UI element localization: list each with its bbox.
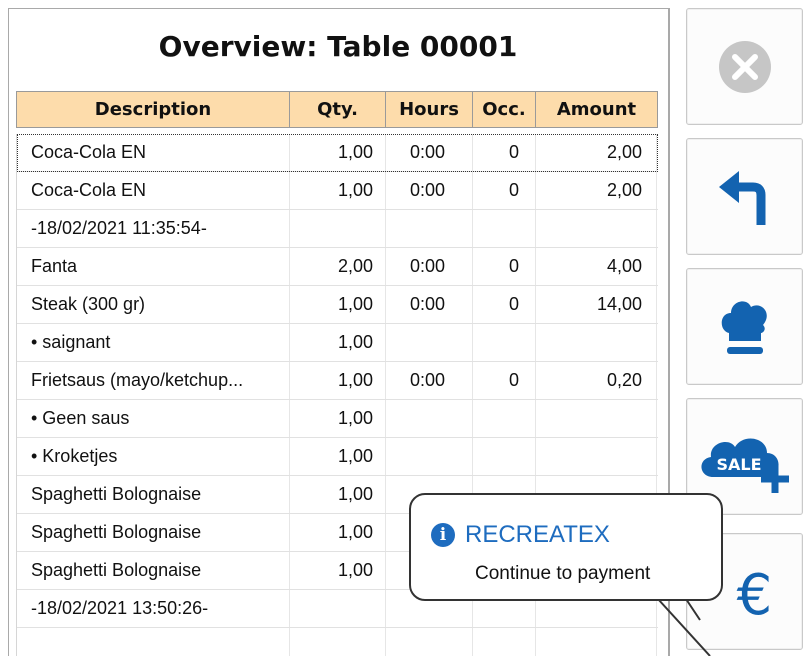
kitchen-button[interactable] [686,268,803,385]
cell-qty: 1,00 [290,172,386,209]
cell-occ: 0 [473,134,536,171]
cell-qty [290,210,386,247]
cell-occ [473,210,536,247]
cell-description [17,628,290,656]
cell-amount [536,438,657,475]
cell-amount: 2,00 [536,172,657,209]
cell-qty [290,590,386,627]
grid-header: Description Qty. Hours Occ. Amount [16,91,658,128]
cell-qty: 1,00 [290,400,386,437]
table-row[interactable]: -18/02/2021 11:35:54- [17,210,658,248]
column-header-amount[interactable]: Amount [536,92,657,127]
cell-qty: 1,00 [290,362,386,399]
cell-amount: 4,00 [536,248,657,285]
cell-amount: 0,20 [536,362,657,399]
cell-description: Coca-Cola EN [17,134,290,171]
cell-description: Spaghetti Bolognaise [17,476,290,513]
cell-occ [473,324,536,361]
cell-occ: 0 [473,286,536,323]
return-arrow-icon [718,170,765,225]
cell-occ: 0 [473,172,536,209]
cell-amount: 14,00 [536,286,657,323]
cell-amount [536,324,657,361]
cell-hours: 0:00 [386,134,473,171]
cell-description: Spaghetti Bolognaise [17,552,290,589]
cell-qty: 1,00 [290,552,386,589]
payment-tooltip: i RECREATEX Continue to payment [409,493,723,601]
sale-label: SALE [716,455,761,474]
cell-description: Coca-Cola EN [17,172,290,209]
cell-description: • Geen saus [17,400,290,437]
tooltip-title: i RECREATEX [431,521,610,549]
cell-qty: 2,00 [290,248,386,285]
column-header-description[interactable]: Description [17,92,290,127]
close-circle-icon [718,40,771,93]
chef-hat-icon [721,300,767,354]
table-row[interactable] [17,628,658,656]
table-row[interactable]: Coca-Cola EN 1,00 0:00 0 2,00 [17,134,658,172]
cell-qty: 1,00 [290,514,386,551]
cell-occ: 0 [473,248,536,285]
tooltip-title-text: RECREATEX [465,521,610,548]
cell-hours [386,324,473,361]
cell-description: • Kroketjes [17,438,290,475]
table-row[interactable]: Frietsaus (mayo/ketchup... 1,00 0:00 0 0,20 [17,362,658,400]
table-row[interactable]: Fanta 2,00 0:00 0 4,00 [17,248,658,286]
cell-qty: 1,00 [290,286,386,323]
page-title: Overview: Table 00001 [158,30,518,63]
column-header-hours[interactable]: Hours [386,92,473,127]
cell-description: • saignant [17,324,290,361]
cell-amount: 2,00 [536,134,657,171]
cell-description: -18/02/2021 13:50:26- [17,590,290,627]
cell-hours [386,628,473,656]
back-button[interactable] [686,138,803,255]
table-row[interactable]: • Geen saus 1,00 [17,400,658,438]
cell-description: Fanta [17,248,290,285]
cell-qty: 1,00 [290,134,386,171]
cell-qty [290,628,386,656]
table-row[interactable]: Coca-Cola EN 1,00 0:00 0 2,00 [17,172,658,210]
tooltip-text: Continue to payment [475,563,651,584]
cell-occ [473,628,536,656]
cell-description: Frietsaus (mayo/ketchup... [17,362,290,399]
cell-occ [473,400,536,437]
cell-hours [386,400,473,437]
column-header-occ[interactable]: Occ. [473,92,536,127]
cell-qty: 1,00 [290,438,386,475]
cell-qty: 1,00 [290,324,386,361]
euro-icon: € [736,562,773,628]
cell-hours: 0:00 [386,286,473,323]
close-button[interactable] [686,8,803,125]
cell-occ: 0 [473,362,536,399]
cell-description: -18/02/2021 11:35:54- [17,210,290,247]
cell-hours [386,438,473,475]
table-row[interactable]: Steak (300 gr) 1,00 0:00 0 14,00 [17,286,658,324]
cell-amount [536,628,657,656]
cell-qty: 1,00 [290,476,386,513]
cell-hours [386,210,473,247]
cell-hours: 0:00 [386,362,473,399]
cell-occ [473,438,536,475]
cloud-sale-plus-icon: SALE [700,437,789,493]
info-icon: i [431,523,455,547]
cell-amount [536,210,657,247]
cell-description: Spaghetti Bolognaise [17,514,290,551]
table-row[interactable]: • saignant 1,00 [17,324,658,362]
column-header-qty[interactable]: Qty. [290,92,386,127]
table-row[interactable]: • Kroketjes 1,00 [17,438,658,476]
cell-hours: 0:00 [386,248,473,285]
cell-hours: 0:00 [386,172,473,209]
cell-description: Steak (300 gr) [17,286,290,323]
cell-amount [536,400,657,437]
